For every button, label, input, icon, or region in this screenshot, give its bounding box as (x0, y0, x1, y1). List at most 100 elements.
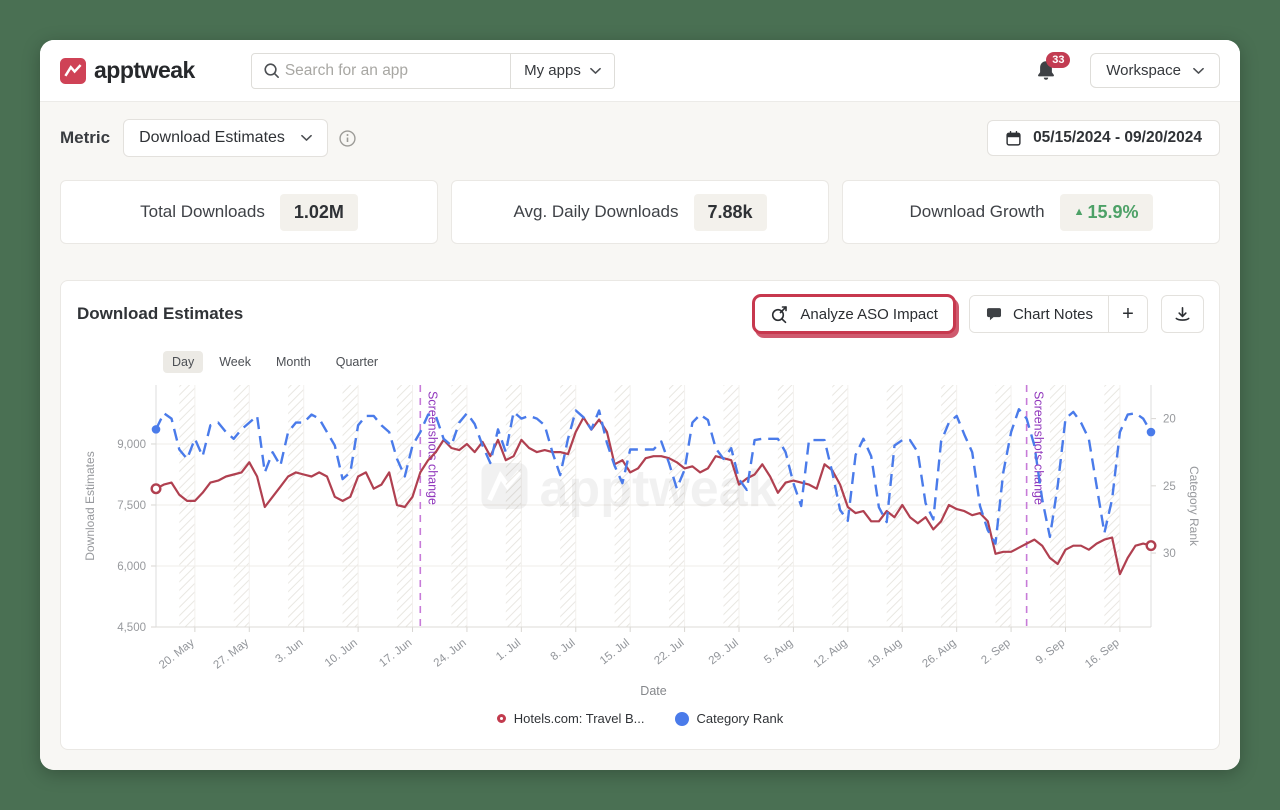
page-content: Metric Download Estimates 05/15/2024 - 0… (40, 102, 1240, 770)
y-axis-right-title: Category Rank (1187, 466, 1201, 547)
workspace-dropdown[interactable]: Workspace (1090, 53, 1220, 88)
x-tick-label: 19. Aug (866, 637, 904, 670)
apptweak-logo-icon (60, 58, 86, 84)
chevron-down-icon (590, 67, 601, 75)
stat-label: Avg. Daily Downloads (513, 202, 678, 222)
y-left-tick-label: 6,000 (117, 561, 146, 573)
search-icon (252, 61, 285, 80)
notifications-button[interactable]: 33 (1034, 58, 1060, 84)
analyze-aso-impact-button[interactable]: Analyze ASO Impact (752, 294, 956, 334)
stat-value: 1.02M (280, 194, 358, 231)
speech-bubble-icon (985, 305, 1003, 323)
y-right-tick-label: 30 (1163, 548, 1176, 560)
stats-row: Total Downloads 1.02M Avg. Daily Downloa… (60, 180, 1220, 244)
x-tick-label: 29. Jul (707, 637, 741, 667)
chart-header: Download Estimates Analyze ASO Impact (61, 281, 1219, 334)
x-tick-label: 10. Jun (323, 637, 360, 670)
weekend-band (887, 385, 903, 627)
x-tick-label: 5. Aug (762, 637, 795, 667)
analyze-button-label: Analyze ASO Impact (800, 306, 938, 323)
screenshots-change-label: Screenshots change (1032, 391, 1046, 505)
chart-notes-button[interactable]: Chart Notes (970, 296, 1108, 332)
app-window: apptweak My apps 33 Workspace (40, 40, 1240, 770)
stat-label: Download Growth (909, 202, 1044, 222)
weekend-band (288, 385, 304, 627)
chart-legend: Hotels.com: Travel B... Category Rank (61, 711, 1219, 726)
svg-text:apptweak: apptweak (540, 460, 777, 518)
x-tick-label: 17. Jun (377, 637, 414, 670)
my-apps-dropdown[interactable]: My apps (510, 54, 614, 88)
workspace-label: Workspace (1106, 62, 1181, 79)
weekend-band (1104, 385, 1120, 627)
weekend-band (778, 385, 794, 627)
series-endpoint-marker (1147, 541, 1156, 550)
x-tick-label: 9. Sep (1034, 637, 1068, 667)
notification-badge: 33 (1046, 52, 1070, 68)
x-tick-label: 27. May (211, 637, 251, 672)
x-tick-label: 24. Jun (432, 637, 469, 670)
app-search-group: My apps (251, 53, 615, 89)
x-tick-label: 1. Jul (494, 637, 523, 663)
calendar-icon (1005, 130, 1022, 147)
series-endpoint-marker (152, 425, 161, 434)
analyze-magnifier-icon (770, 304, 790, 324)
x-axis-title: Date (640, 684, 666, 698)
add-chart-note-button[interactable]: + (1108, 296, 1147, 332)
granularity-tabs: Day Week Month Quarter (163, 351, 1219, 373)
x-tick-label: 8. Jul (549, 637, 578, 663)
my-apps-label: My apps (524, 62, 581, 79)
stat-card-avg-daily-downloads: Avg. Daily Downloads 7.88k (451, 180, 829, 244)
x-tick-label: 2. Sep (979, 637, 1013, 667)
weekend-band (996, 385, 1012, 627)
apptweak-logo[interactable]: apptweak (60, 57, 195, 84)
stat-card-total-downloads: Total Downloads 1.02M (60, 180, 438, 244)
stat-card-download-growth: Download Growth ▲15.9% (842, 180, 1220, 244)
chart-notes-label: Chart Notes (1013, 306, 1093, 323)
navbar-right: 33 Workspace (1034, 53, 1220, 88)
stat-value: 7.88k (694, 194, 767, 231)
stat-value-growth: ▲15.9% (1060, 194, 1153, 231)
date-range-picker[interactable]: 05/15/2024 - 09/20/2024 (987, 120, 1220, 156)
filled-circle-marker-icon (675, 712, 689, 726)
weekend-band (1050, 385, 1066, 627)
legend-item-downloads[interactable]: Hotels.com: Travel B... (497, 711, 645, 726)
metric-selected-value: Download Estimates (139, 129, 285, 147)
x-tick-label: 15. Jul (598, 637, 632, 667)
y-left-tick-label: 7,500 (117, 500, 146, 512)
tab-quarter[interactable]: Quarter (327, 351, 387, 373)
metric-label: Metric (60, 128, 110, 148)
weekend-band (234, 385, 250, 627)
y-left-tick-label: 9,000 (117, 439, 146, 451)
downloads-chart[interactable]: 20. May27. May3. Jun10. Jun17. Jun24. Ju… (61, 377, 1221, 709)
chevron-down-icon (301, 134, 312, 142)
tab-month[interactable]: Month (267, 351, 320, 373)
top-navbar: apptweak My apps 33 Workspace (40, 40, 1240, 102)
chart-notes-group: Chart Notes + (969, 295, 1148, 333)
y-axis-left-title: Download Estimates (83, 451, 97, 560)
stat-label: Total Downloads (140, 202, 265, 222)
legend-label: Category Rank (697, 711, 784, 726)
chevron-down-icon (1193, 67, 1204, 75)
legend-label: Hotels.com: Travel B... (514, 711, 645, 726)
series-endpoint-marker (152, 484, 161, 493)
chart-actions: Analyze ASO Impact Chart Notes + (752, 294, 1204, 334)
metric-bar: Metric Download Estimates 05/15/2024 - 0… (60, 118, 1220, 158)
brand-name: apptweak (94, 57, 195, 84)
page: { "nav": { "brand": "apptweak", "search_… (0, 0, 1280, 810)
info-icon[interactable] (339, 130, 356, 147)
export-chart-button[interactable] (1161, 295, 1204, 333)
tab-day[interactable]: Day (163, 351, 203, 373)
date-range-value: 05/15/2024 - 09/20/2024 (1033, 129, 1202, 147)
y-right-tick-label: 20 (1163, 414, 1176, 426)
x-tick-label: 20. May (157, 637, 197, 672)
weekend-band (179, 385, 195, 627)
x-tick-label: 12. Aug (812, 637, 850, 670)
open-circle-marker-icon (497, 714, 506, 723)
tab-week[interactable]: Week (210, 351, 260, 373)
x-tick-label: 22. Jul (652, 637, 686, 667)
download-estimates-card: Download Estimates Analyze ASO Impact (60, 280, 1220, 750)
metric-select[interactable]: Download Estimates (123, 119, 328, 157)
search-input[interactable] (285, 62, 510, 80)
series-endpoint-marker (1147, 428, 1156, 437)
legend-item-category-rank[interactable]: Category Rank (675, 711, 784, 726)
